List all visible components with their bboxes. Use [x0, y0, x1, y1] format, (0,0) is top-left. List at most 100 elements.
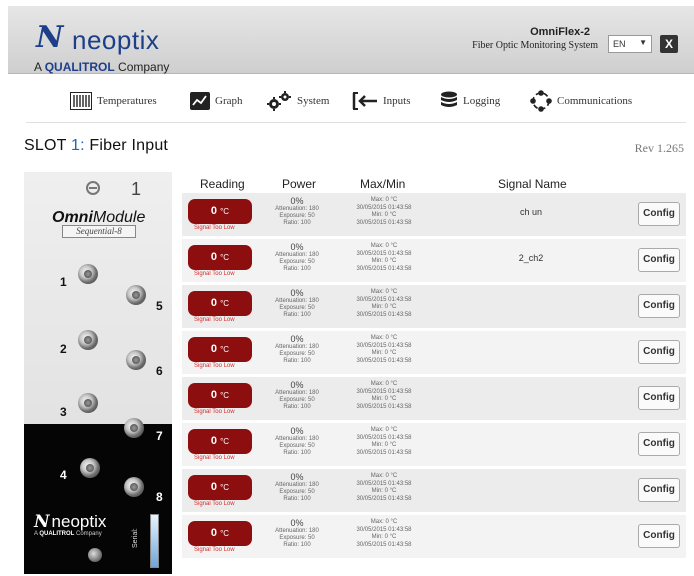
language-value: EN: [613, 39, 626, 49]
config-button[interactable]: Config: [638, 432, 680, 456]
port-number: 1: [60, 275, 67, 289]
nav-inputs[interactable]: Inputs: [352, 90, 411, 112]
status-text: Signal Too Low: [194, 501, 235, 507]
header-reading: Reading: [200, 177, 245, 191]
maxmin-info: Max: 0 °C 30/05/2015 01:43:58 Min: 0 °C 30/…: [356, 381, 412, 410]
reading-button[interactable]: 0 °C: [188, 291, 252, 316]
power-info: 0% Attenuation: 180 Exposure: 50 Ratio: 100: [275, 334, 319, 364]
reading-button[interactable]: 0 °C: [188, 337, 252, 362]
revision-label: Rev 1.265: [634, 141, 684, 155]
status-text: Signal Too Low: [194, 547, 235, 553]
maxmin-info: Max: 0 °C 30/05/2015 01:43:58 Min: 0 °C 30/…: [356, 335, 412, 364]
product-name: OmniFlex-2: [530, 26, 590, 38]
main-nav: Temperatures Graph System Inputs Logging…: [0, 78, 694, 122]
power-info: 0% Attenuation: 180 Exposure: 50 Ratio: 100: [275, 380, 319, 410]
table-row: 0 °C Signal Too Low 0% Attenuation: 180 Ex…: [182, 377, 686, 420]
nav-label: Graph: [215, 95, 243, 107]
port-number: 5: [156, 299, 163, 313]
nav-communications[interactable]: Communications: [530, 90, 632, 112]
table-row: 0 °C Signal Too Low 0% Attenuation: 180 Ex…: [182, 423, 686, 466]
status-text: Signal Too Low: [194, 317, 235, 323]
slot-knob-icon: [86, 181, 100, 195]
fiber-port-4[interactable]: [80, 458, 100, 478]
graph-icon: [190, 92, 210, 110]
port-number: 7: [156, 429, 163, 443]
table-row: 0 °C Signal Too Low 0% Attenuation: 180 Ex…: [182, 469, 686, 512]
power-info: 0% Attenuation: 180 Exposure: 50 Ratio: 100: [275, 426, 319, 456]
config-button[interactable]: Config: [638, 202, 680, 226]
table-row: 0 °C Signal Too Low 0% Attenuation: 180 Ex…: [182, 515, 686, 558]
port-number: 2: [60, 342, 67, 356]
maxmin-info: Max: 0 °C 30/05/2015 01:43:58 Min: 0 °C 30/…: [356, 519, 412, 548]
config-button[interactable]: Config: [638, 340, 680, 364]
nav-label: Communications: [557, 95, 633, 107]
app-header: N neoptix A QUALITROL Company OmniFlex-2…: [8, 6, 694, 74]
neoptix-logo-mark: N: [36, 20, 64, 55]
page-title: SLOT 1: Fiber Input: [24, 137, 169, 154]
database-icon: [441, 91, 457, 107]
table-row: 0 °C Signal Too Low 0% Attenuation: 180 Ex…: [182, 285, 686, 328]
maxmin-info: Max: 0 °C 30/05/2015 01:43:58 Min: 0 °C 30/…: [356, 289, 412, 318]
nav-system[interactable]: System: [266, 90, 329, 112]
fiber-port-5[interactable]: [126, 285, 146, 305]
gears-icon: [267, 91, 291, 111]
reading-button[interactable]: 0 °C: [188, 383, 252, 408]
module-variant: Sequential-8: [62, 225, 136, 238]
chevron-down-icon: ▼: [639, 38, 647, 47]
nav-graph[interactable]: Graph: [190, 90, 243, 112]
reading-button[interactable]: 0 °C: [188, 245, 252, 270]
power-info: 0% Attenuation: 180 Exposure: 50 Ratio: 100: [275, 242, 319, 272]
port-number: 3: [60, 405, 67, 419]
port-number: 4: [60, 468, 67, 482]
config-button[interactable]: Config: [638, 478, 680, 502]
product-description: Fiber Optic Monitoring System: [472, 40, 598, 51]
neoptix-logo: N neoptix A QUALITROL Company: [32, 18, 212, 74]
maxmin-info: Max: 0 °C 30/05/2015 01:43:58 Min: 0 °C 30/…: [356, 473, 412, 502]
reading-button[interactable]: 0 °C: [188, 199, 252, 224]
reading-button[interactable]: 0 °C: [188, 475, 252, 500]
fiber-port-1[interactable]: [78, 264, 98, 284]
fiber-port-6[interactable]: [126, 350, 146, 370]
language-select[interactable]: EN ▼: [608, 35, 652, 53]
power-info: 0% Attenuation: 180 Exposure: 50 Ratio: 100: [275, 472, 319, 502]
maxmin-info: Max: 0 °C 30/05/2015 01:43:58 Min: 0 °C 30/…: [356, 427, 412, 456]
fiber-port-2[interactable]: [78, 330, 98, 350]
module-neoptix-logo: Nneoptix: [34, 512, 107, 532]
reading-button[interactable]: 0 °C: [188, 429, 252, 454]
signal-name: ch un: [519, 207, 543, 217]
status-text: Signal Too Low: [194, 271, 235, 277]
reading-button[interactable]: 0 °C: [188, 521, 252, 546]
status-text: Signal Too Low: [194, 409, 235, 415]
thermometer-grid-icon: [70, 92, 92, 110]
serial-indicator: [150, 514, 159, 568]
config-button[interactable]: Config: [638, 248, 680, 272]
power-info: 0% Attenuation: 180 Exposure: 50 Ratio: 100: [275, 518, 319, 548]
config-button[interactable]: Config: [638, 294, 680, 318]
input-arrow-icon: [352, 92, 377, 110]
header-power: Power: [282, 177, 317, 191]
module-small-connector: [88, 548, 102, 562]
fiber-port-3[interactable]: [78, 393, 98, 413]
nav-label: Temperatures: [97, 95, 157, 107]
port-number: 6: [156, 364, 163, 378]
network-ring-icon: [530, 90, 552, 112]
config-button[interactable]: Config: [638, 386, 680, 410]
table-row: 0 °C Signal Too Low 0% Attenuation: 180 Ex…: [182, 193, 686, 236]
fiber-port-7[interactable]: [124, 418, 144, 438]
nav-label: System: [297, 95, 330, 107]
module-slot-number: 1: [131, 179, 142, 199]
config-button[interactable]: Config: [638, 524, 680, 548]
serial-label: Serial:: [132, 528, 139, 548]
nav-logging[interactable]: Logging: [440, 90, 500, 112]
power-info: 0% Attenuation: 180 Exposure: 50 Ratio: 100: [275, 288, 319, 318]
close-button[interactable]: X: [660, 35, 678, 53]
maxmin-info: Max: 0 °C 30/05/2015 01:43:58 Min: 0 °C 30/…: [356, 243, 412, 272]
neoptix-logo-text: neoptix: [72, 25, 160, 55]
table-row: 0 °C Signal Too Low 0% Attenuation: 180 Ex…: [182, 331, 686, 374]
fiber-port-8[interactable]: [124, 477, 144, 497]
status-text: Signal Too Low: [194, 363, 235, 369]
nav-divider: [26, 122, 686, 123]
module-company-tagline: A QUALITROL Company: [34, 531, 102, 537]
nav-temperatures[interactable]: Temperatures: [70, 90, 157, 112]
header-maxmin: Max/Min: [360, 177, 406, 191]
